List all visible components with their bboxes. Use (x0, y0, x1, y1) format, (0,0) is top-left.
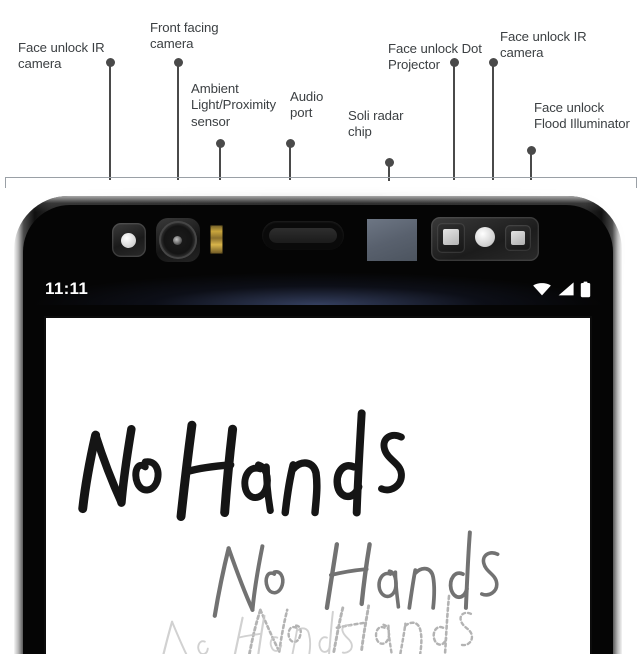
leader-line-audio-port (286, 139, 295, 180)
callout-label-front-facing-camera: Front facing camera (150, 20, 219, 52)
leader-line-face-unlock-dot-projector (450, 58, 459, 180)
callout-label-face-unlock-flood-illuminator: Face unlock Flood Illuminator (534, 100, 630, 132)
callout-label-face-unlock-dot-projector: Face unlock Dot Projector (388, 41, 482, 73)
leader-line-ambient-light-proximity-sensor (216, 139, 225, 180)
diagram-root: Face unlock IR camera Front facing camer… (0, 0, 644, 654)
leader-line-face-unlock-flood-illuminator (527, 146, 536, 181)
leader-line-face-unlock-ir-camera-left (106, 58, 115, 180)
callout-label-ambient-light-proximity-sensor: Ambient Light/Proximity sensor (191, 81, 276, 129)
leader-line-face-unlock-ir-camera-right (489, 58, 498, 180)
callout-layer: Face unlock IR camera Front facing camer… (0, 0, 644, 654)
callout-label-face-unlock-ir-camera-right: Face unlock IR camera (500, 29, 587, 61)
callout-label-face-unlock-ir-camera-left: Face unlock IR camera (18, 40, 105, 72)
callout-label-audio-port: Audio port (290, 89, 324, 121)
callout-label-soli-radar-chip: Soli radar chip (348, 108, 404, 140)
sensor-array-bracket (5, 177, 637, 188)
leader-line-front-facing-camera (174, 58, 183, 180)
